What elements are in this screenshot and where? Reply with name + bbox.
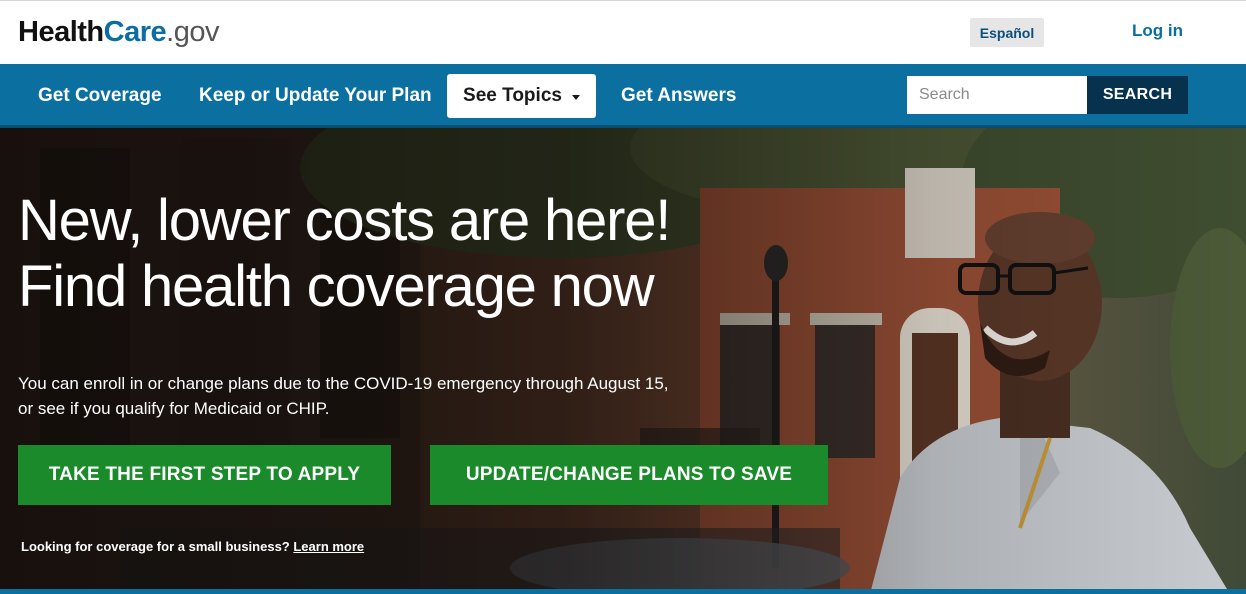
hero-bottom-border (0, 589, 1246, 594)
search-button[interactable]: SEARCH (1087, 76, 1188, 114)
nav-see-topics-dropdown[interactable]: See Topics (447, 74, 596, 118)
nav-get-coverage[interactable]: Get Coverage (38, 64, 162, 128)
hero-subtext: You can enroll in or change plans due to… (18, 371, 758, 421)
main-nav: Get Coverage Keep or Update Your Plan Se… (0, 64, 1246, 128)
update-plans-cta-button[interactable]: UPDATE/CHANGE PLANS TO SAVE (430, 445, 828, 505)
nav-keep-or-update-plan[interactable]: Keep or Update Your Plan (199, 64, 432, 128)
apply-cta-button[interactable]: TAKE THE FIRST STEP TO APPLY (18, 445, 391, 505)
hero-subtext-line-1: You can enroll in or change plans due to… (18, 374, 669, 393)
nav-see-topics-label: See Topics (463, 85, 562, 106)
site-header: HealthCare.gov Español Log in (0, 0, 1246, 64)
login-link[interactable]: Log in (1132, 21, 1183, 41)
hero-subtext-line-2: or see if you qualify for Medicaid or CH… (18, 399, 330, 418)
logo-text-care: Care (103, 16, 167, 48)
hero-headline-line-1: New, lower costs are here! (18, 188, 671, 253)
search-input[interactable] (907, 76, 1087, 114)
logo-text-health: Health (18, 16, 104, 48)
caret-down-icon (571, 94, 580, 100)
healthcare-gov-logo[interactable]: HealthCare.gov (18, 15, 219, 49)
hero-banner: New, lower costs are here! Find health c… (0, 128, 1246, 594)
hero-headline: New, lower costs are here! Find health c… (18, 188, 778, 320)
language-toggle-button[interactable]: Español (970, 18, 1044, 47)
logo-text-gov: .gov (166, 16, 219, 48)
small-business-text: Looking for coverage for a small busines… (21, 539, 290, 554)
hero-headline-line-2: Find health coverage now (18, 254, 655, 319)
small-business-learn-more-link[interactable]: Learn more (293, 539, 364, 554)
small-business-note: Looking for coverage for a small busines… (21, 539, 364, 554)
nav-get-answers[interactable]: Get Answers (621, 64, 736, 128)
